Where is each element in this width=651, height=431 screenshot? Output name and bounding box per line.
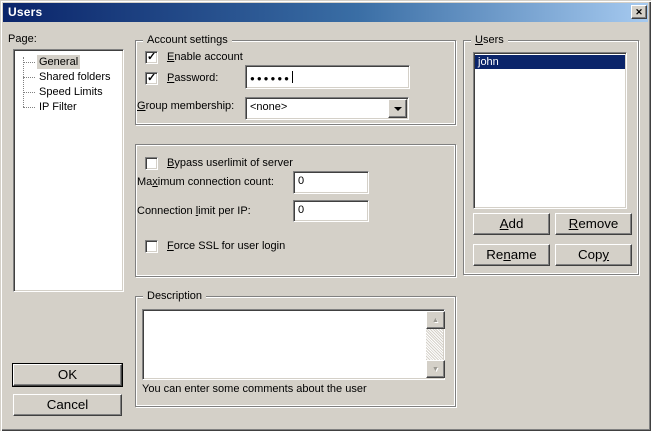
page-tree: General Shared folders Speed Limits IP F… [13, 49, 124, 292]
group-membership-select[interactable]: <none> [245, 97, 409, 120]
cancel-button[interactable]: Cancel [13, 394, 122, 416]
description-scrollbar[interactable]: ▲ ▼ [426, 311, 443, 378]
page-label: Page: [8, 33, 37, 46]
page-item-label: General [37, 55, 80, 69]
group-membership-label: Group membership: [137, 100, 234, 113]
password-label[interactable]: Password: [167, 72, 218, 85]
page-item-label: Speed Limits [37, 85, 105, 99]
connection-limit-per-ip-label: Connection limit per IP: [137, 205, 251, 218]
scroll-down-icon: ▼ [432, 366, 439, 373]
password-input[interactable]: ●●●●●● [245, 65, 410, 89]
titlebar[interactable]: Users [3, 3, 648, 22]
account-settings-title: Account settings [143, 33, 232, 47]
force-ssl-checkbox[interactable] [145, 240, 158, 253]
group-membership-value: <none> [250, 101, 287, 114]
close-icon: ✕ [635, 7, 643, 18]
maximum-connection-count-value: 0 [298, 175, 304, 188]
checkmark-icon: ✓ [147, 71, 156, 84]
rename-button[interactable]: Rename [473, 244, 550, 266]
scroll-down-button[interactable]: ▼ [426, 360, 445, 378]
description-title: Description [143, 289, 206, 303]
ok-button[interactable]: OK [13, 364, 122, 386]
page-item-label: Shared folders [37, 70, 113, 84]
connection-limit-per-ip-value: 0 [298, 204, 304, 217]
users-group-title: Users [471, 33, 508, 47]
password-masked-value: ●●●●●● [250, 74, 291, 83]
page-item-label: IP Filter [37, 100, 79, 114]
description-textarea[interactable]: ▲ ▼ [142, 309, 445, 380]
page-item-general[interactable]: General [14, 55, 123, 69]
connection-limit-per-ip-input[interactable]: 0 [293, 200, 369, 222]
description-hint: You can enter some comments about the us… [142, 383, 367, 396]
add-button[interactable]: Add [473, 213, 550, 235]
remove-button[interactable]: Remove [555, 213, 632, 235]
copy-button[interactable]: Copy [555, 244, 632, 266]
close-button[interactable]: ✕ [631, 5, 647, 19]
enable-account-label[interactable]: Enable account [167, 51, 243, 64]
enable-account-checkbox[interactable]: ✓ [145, 51, 158, 64]
users-dialog: Users ✕ Page: General Shared folders Spe… [0, 0, 651, 431]
page-item-shared-folders[interactable]: Shared folders [14, 70, 123, 84]
scroll-up-button[interactable]: ▲ [426, 311, 445, 329]
user-item-label: john [478, 56, 499, 68]
page-item-speed-limits[interactable]: Speed Limits [14, 85, 123, 99]
force-ssl-label[interactable]: Force SSL for user login [167, 240, 285, 253]
maximum-connection-count-label: Maximum connection count: [137, 176, 274, 189]
users-list: john [473, 52, 627, 209]
bypass-userlimit-label[interactable]: Bypass userlimit of server [167, 157, 293, 170]
scroll-up-icon: ▲ [432, 317, 439, 324]
checkmark-icon: ✓ [147, 50, 156, 63]
window-title: Users [8, 5, 42, 19]
bypass-userlimit-checkbox[interactable] [145, 157, 158, 170]
text-caret [292, 71, 293, 83]
chevron-down-icon [394, 107, 402, 115]
dropdown-button[interactable] [388, 99, 407, 118]
maximum-connection-count-input[interactable]: 0 [293, 171, 369, 194]
page-item-ip-filter[interactable]: IP Filter [14, 100, 123, 114]
password-checkbox[interactable]: ✓ [145, 72, 158, 85]
user-item-john[interactable]: john [475, 55, 625, 69]
